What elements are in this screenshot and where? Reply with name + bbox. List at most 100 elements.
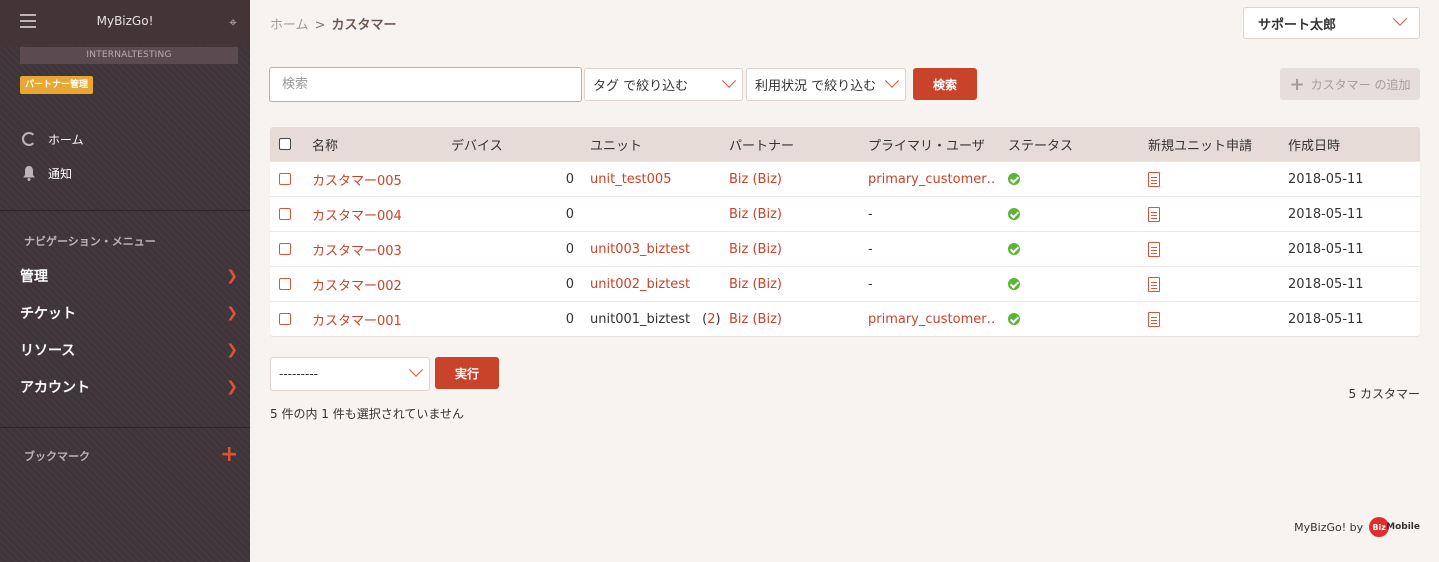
document-icon[interactable] xyxy=(1148,171,1160,187)
chevron-down-icon xyxy=(1392,11,1408,26)
nav-section-label: ナビゲーション・メニュー xyxy=(24,235,156,248)
table-row: カスタマー002 0 unit002_biztest Biz (Biz) - 2… xyxy=(270,266,1420,301)
usage-filter-dropdown[interactable]: 利用状況 で絞り込む xyxy=(746,68,906,101)
footer-text: MyBizGo! by xyxy=(1294,520,1364,534)
device-count: 0 xyxy=(565,241,574,257)
document-icon[interactable] xyxy=(1148,241,1160,257)
search-input[interactable] xyxy=(269,67,582,102)
table-header: 名称 デバイス ユニット パートナー プライマリ・ユーザ ステータス 新規ユニッ… xyxy=(270,127,1420,161)
breadcrumb-current: カスタマー xyxy=(331,18,397,33)
document-icon[interactable] xyxy=(1148,206,1160,222)
column-header-devices[interactable]: デバイス xyxy=(451,127,503,161)
partner-link[interactable]: Biz (Biz) xyxy=(729,267,782,301)
select-all-checkbox-cell[interactable] xyxy=(279,127,291,161)
customer-name-link[interactable]: カスタマー002 xyxy=(312,267,402,301)
tag-filter-label: タグ で絞り込む xyxy=(593,79,689,94)
status-ok-icon xyxy=(1008,278,1020,290)
chevron-right-icon: ❯ xyxy=(226,305,238,321)
unit-extra-count-link[interactable]: 2 xyxy=(707,312,715,327)
partner-link[interactable]: Biz (Biz) xyxy=(729,232,782,266)
status-ok-icon xyxy=(1008,173,1020,185)
breadcrumb-home-link[interactable]: ホーム xyxy=(270,18,309,33)
bulk-action-value: --------- xyxy=(279,367,318,381)
chevron-right-icon: ❯ xyxy=(226,268,238,284)
primary-user-link[interactable]: primary_customer… xyxy=(868,162,996,196)
table-row: カスタマー004 0 Biz (Biz) - 2018-05-11 xyxy=(270,196,1420,231)
partner-management-badge[interactable]: パートナー管理 xyxy=(20,76,94,94)
nav-item-resources[interactable]: リソース ❯ xyxy=(20,340,238,360)
customer-name-link[interactable]: カスタマー001 xyxy=(312,302,402,336)
logo-text: Mobile xyxy=(1386,522,1420,532)
select-all-checkbox[interactable] xyxy=(279,138,291,150)
device-count: 0 xyxy=(565,171,574,187)
column-header-status[interactable]: ステータス xyxy=(1008,127,1073,161)
user-name: サポート太郎 xyxy=(1258,17,1337,33)
column-header-created[interactable]: 作成日時 xyxy=(1288,127,1340,161)
row-checkbox[interactable] xyxy=(279,278,291,290)
customer-name-link[interactable]: カスタマー003 xyxy=(312,232,402,266)
search-button[interactable]: 検索 xyxy=(913,68,977,100)
add-customer-label: カスタマー の追加 xyxy=(1310,77,1411,92)
user-menu-dropdown[interactable]: サポート太郎 xyxy=(1243,7,1420,39)
created-date: 2018-05-11 xyxy=(1288,241,1364,257)
column-header-new-unit-request[interactable]: 新規ユニット申請 xyxy=(1148,127,1252,161)
created-date: 2018-05-11 xyxy=(1288,276,1364,292)
created-date: 2018-05-11 xyxy=(1288,206,1364,222)
column-header-name[interactable]: 名称 xyxy=(312,127,338,161)
bell-icon xyxy=(20,164,38,182)
nav-item-account[interactable]: アカウント ❯ xyxy=(20,377,238,397)
partner-link[interactable]: Biz (Biz) xyxy=(729,302,782,336)
unit-extra-count: (2) xyxy=(702,311,721,327)
app-name: MyBizGo! xyxy=(96,14,154,28)
unit-link[interactable]: unit002_biztest xyxy=(590,267,690,301)
usage-filter-label: 利用状況 で絞り込む xyxy=(755,79,877,94)
partner-link[interactable]: Biz (Biz) xyxy=(729,197,782,231)
row-checkbox[interactable] xyxy=(279,313,291,325)
unit-link[interactable]: unit003_biztest xyxy=(590,232,690,266)
tag-filter-dropdown[interactable]: タグ で絞り込む xyxy=(584,68,743,101)
row-checkbox[interactable] xyxy=(279,243,291,255)
device-count: 0 xyxy=(565,311,574,327)
nav-item-label: アカウント xyxy=(20,380,90,396)
row-checkbox[interactable] xyxy=(279,173,291,185)
device-count: 0 xyxy=(565,206,574,222)
column-header-partner[interactable]: パートナー xyxy=(729,127,794,161)
add-bookmark-plus-icon[interactable]: + xyxy=(220,444,238,466)
breadcrumb-separator-icon: > xyxy=(314,18,326,33)
pin-icon[interactable]: ⌖ xyxy=(229,15,237,31)
add-customer-button[interactable]: + カスタマー の追加 xyxy=(1280,68,1420,100)
chevron-down-icon xyxy=(721,73,737,88)
unit-name: unit001_biztest xyxy=(590,311,691,327)
nav-item-tickets[interactable]: チケット ❯ xyxy=(20,303,238,323)
status-ok-icon xyxy=(1008,208,1020,220)
divider xyxy=(0,427,250,428)
environment-label: INTERNALTESTING xyxy=(20,47,238,64)
table-row: カスタマー003 0 unit003_biztest Biz (Biz) - 2… xyxy=(270,231,1420,266)
customers-table: 名称 デバイス ユニット パートナー プライマリ・ユーザ ステータス 新規ユニッ… xyxy=(270,127,1420,336)
unit-link[interactable]: unit_test005 xyxy=(590,162,671,196)
customer-name-link[interactable]: カスタマー005 xyxy=(312,162,402,196)
document-icon[interactable] xyxy=(1148,311,1160,327)
chevron-down-icon xyxy=(408,362,424,377)
sidebar-header: MyBizGo! ⌖ xyxy=(0,0,250,46)
customer-name-link[interactable]: カスタマー004 xyxy=(312,197,402,231)
table-row: カスタマー005 0 unit_test005 Biz (Biz) primar… xyxy=(270,161,1420,196)
column-header-primary-user[interactable]: プライマリ・ユーザ xyxy=(868,127,985,161)
sidebar-item-notifications[interactable]: 通知 xyxy=(20,164,72,182)
bulk-action-select[interactable]: --------- xyxy=(270,357,430,391)
divider xyxy=(0,210,250,211)
document-icon[interactable] xyxy=(1148,276,1160,292)
sidebar-item-home[interactable]: ホーム xyxy=(20,130,84,148)
sidebar: MyBizGo! ⌖ INTERNALTESTING パートナー管理 ホーム 通… xyxy=(0,0,250,562)
column-header-unit[interactable]: ユニット xyxy=(590,127,642,161)
partner-link[interactable]: Biz (Biz) xyxy=(729,162,782,196)
row-checkbox[interactable] xyxy=(279,208,291,220)
nav-item-label: 管理 xyxy=(20,269,48,285)
nav-item-management[interactable]: 管理 ❯ xyxy=(20,266,238,286)
created-date: 2018-05-11 xyxy=(1288,171,1364,187)
primary-user-link[interactable]: primary_customer… xyxy=(868,302,996,336)
created-date: 2018-05-11 xyxy=(1288,311,1364,327)
run-button[interactable]: 実行 xyxy=(435,357,499,389)
main-content: ホーム>カスタマー サポート太郎 タグ で絞り込む 利用状況 で絞り込む 検索 … xyxy=(250,0,1439,562)
status-ok-icon xyxy=(1008,313,1020,325)
